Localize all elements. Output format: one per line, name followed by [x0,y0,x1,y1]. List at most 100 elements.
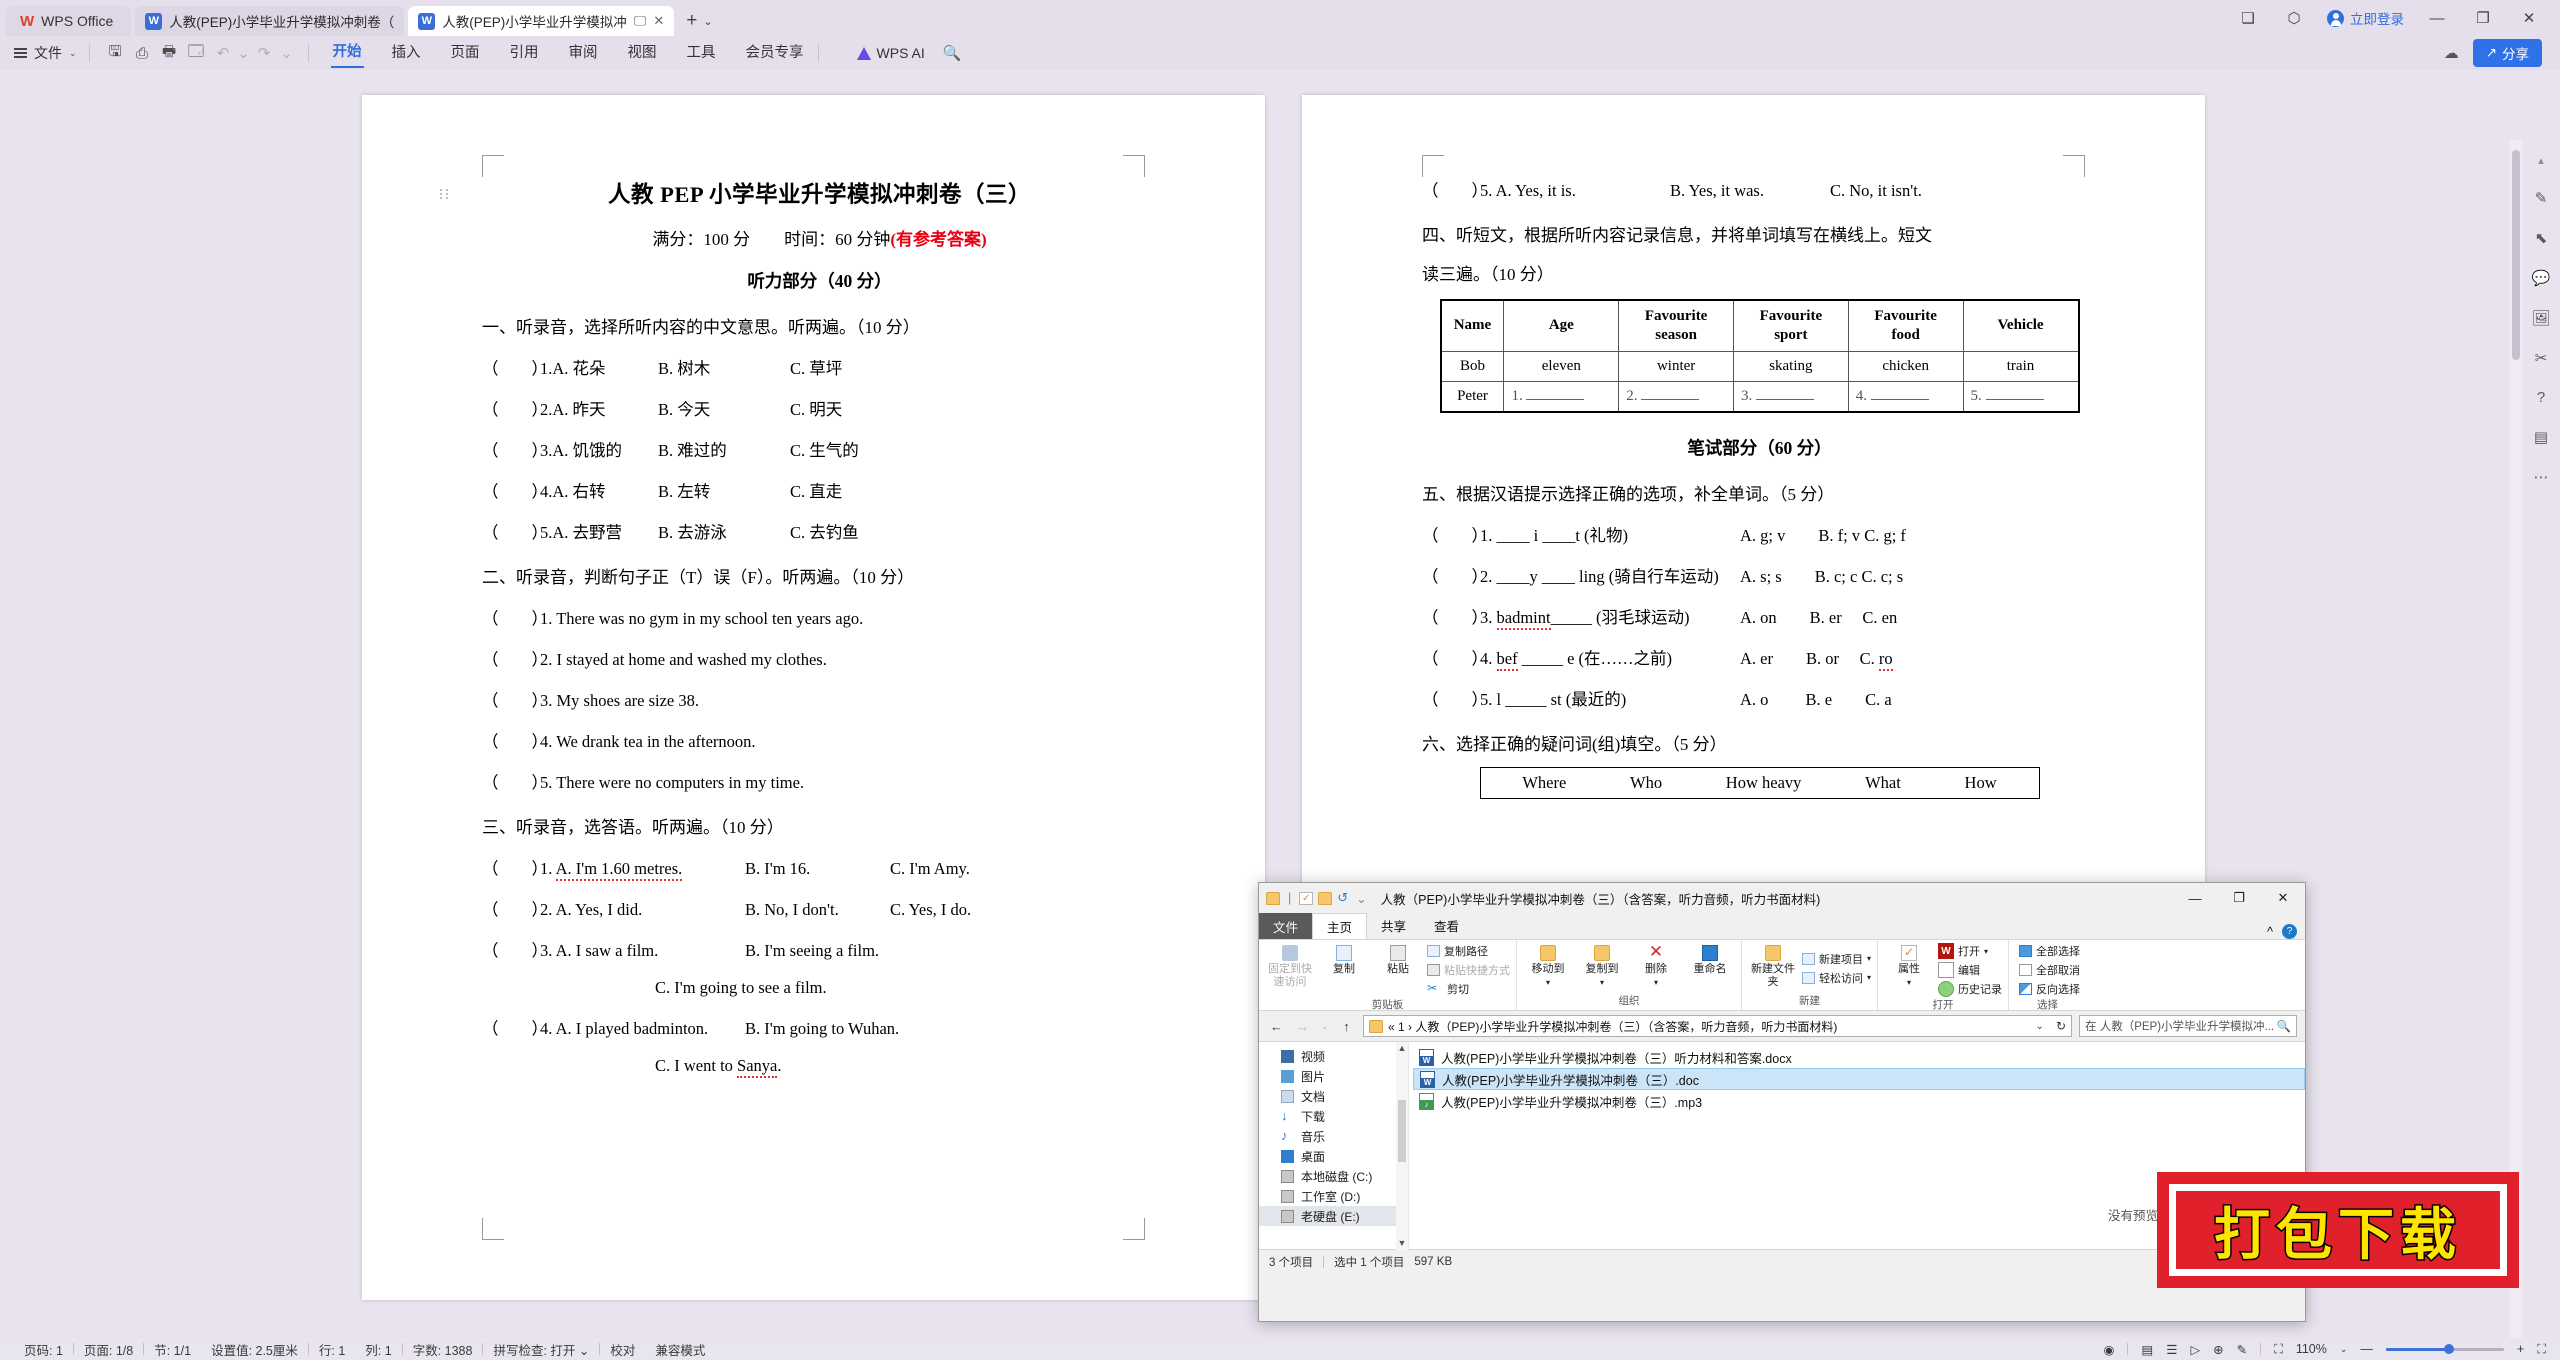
zoom-slider[interactable] [2385,1344,2504,1354]
tab-start[interactable]: 开始 [330,38,364,68]
address-input[interactable]: « 1 › 人教（PEP)小学毕业升学模拟冲刺卷（三）（含答案，听力音频，听力书… [1363,1015,2072,1037]
wps-ai-button[interactable]: WPS AI [856,45,925,61]
close-button[interactable]: ✕ [2516,9,2542,27]
answer-blank[interactable]: （ ） [482,1015,548,1039]
answer-blank[interactable]: （ ） [482,519,548,543]
answer-blank[interactable]: （ ） [1422,604,1488,628]
zoom-track[interactable] [2385,1344,2504,1354]
fit-page-icon[interactable]: ⛶ [2274,1342,2283,1357]
copy-path-button[interactable]: 复制路径 [1427,943,1510,959]
file-menu-button[interactable]: 文件 ⌄ [14,43,77,63]
document-page-left[interactable]: 人教 PEP 小学毕业升学模拟冲刺卷（三） 满分：100 分 时间：60 分钟(… [362,95,1265,1300]
explorer-maximize-button[interactable]: ❐ [2217,883,2261,913]
image-icon[interactable]: 🖼 [2531,309,2550,327]
answer-blank[interactable]: （ ） [482,437,548,461]
tab-close-icon[interactable]: ✕ [653,13,664,29]
chevron-down-icon[interactable]: ▾ [1654,978,1658,987]
recent-locations-icon[interactable]: ⌄ [1319,1021,1330,1032]
pin-to-quick-access-button[interactable]: 固定到快速访问 [1265,943,1315,997]
cell-peter-sport[interactable]: 3. [1732,380,1849,412]
cut-button[interactable]: ✂ 剪切 [1427,981,1510,997]
open-button[interactable]: W 打开 ▾ [1938,943,2002,959]
back-icon[interactable]: ← [1267,1019,1286,1034]
easy-access-button[interactable]: 轻松访问 ▾ [1802,970,1871,986]
file-row-docx[interactable]: 人教(PEP)小学毕业升学模拟冲刺卷（三）听力材料和答案.docx [1413,1046,2305,1068]
share-button[interactable]: ↗ 分享 [2472,39,2542,67]
cube-icon[interactable]: ⬡ [2281,9,2307,27]
answer-blank[interactable]: （ ） [1422,686,1488,710]
print-icon[interactable]: 🖶 [156,41,183,66]
answer-blank[interactable]: （ ） [482,605,548,629]
undo-icon[interactable]: ↶ [210,44,237,62]
chevron-down-icon[interactable]: ▾ [1867,973,1871,982]
nav-item-documents[interactable]: 文档 [1259,1086,1408,1106]
table-icon[interactable]: ▤ [2534,428,2548,446]
document-tab-1[interactable]: W 人教(PEP)小学毕业升学模拟冲刺卷（ [135,6,405,36]
properties-quick-icon[interactable]: ✓ [1299,891,1314,905]
chevron-down-icon[interactable]: ⌄ [2340,1344,2348,1355]
cell-peter-age[interactable]: 1. [1503,380,1620,412]
cell-peter-season[interactable]: 2. [1618,380,1734,412]
invert-selection-button[interactable]: 反向选择 [2019,981,2080,997]
scroll-up-icon[interactable]: ▲ [1396,1042,1408,1055]
chevron-down-icon[interactable]: ▾ [1984,947,1988,956]
zoom-knob[interactable] [2443,1344,2454,1354]
answer-blank[interactable]: （ ） [482,396,548,420]
chevron-down-icon[interactable]: ▾ [1907,978,1911,987]
answer-blank[interactable]: （ ） [482,728,548,752]
status-spellcheck[interactable]: 拼写检查: 打开 ⌄ [483,1340,599,1359]
maximize-button[interactable]: ❐ [2470,9,2496,27]
copy-to-button[interactable]: 复制到 ▾ [1577,943,1627,993]
comment-icon[interactable]: 💬 [2532,269,2551,287]
history-button[interactable]: 历史记录 [1938,981,2002,997]
fullscreen-icon[interactable]: ⛶ [2537,1342,2546,1357]
answer-blank[interactable]: （ ） [482,855,548,879]
select-none-button[interactable]: 全部取消 [2019,962,2080,978]
undo-quick-icon[interactable]: ↺ [1337,890,1348,906]
tab-insert[interactable]: 插入 [390,39,423,67]
explorer-tab-view[interactable]: 查看 [1420,912,1473,939]
tab-present-icon[interactable]: 🖵 [634,13,647,29]
quick-access-more-icon[interactable]: ⌄ [278,44,296,62]
print-preview-icon[interactable]: 🗔 [183,41,210,66]
tab-tools[interactable]: 工具 [685,39,718,67]
zoom-level-label[interactable]: 110% [2296,1342,2327,1356]
explorer-tab-file[interactable]: 文件 [1259,913,1313,939]
forward-icon[interactable]: → [1293,1019,1312,1034]
answer-blank[interactable]: （ ） [482,896,548,920]
chevron-down-icon[interactable]: ⌄ [703,15,712,28]
login-button[interactable]: 立即登录 [2327,8,2404,28]
scrollbar-thumb[interactable] [2512,150,2520,360]
more-icon[interactable]: ⋯ [2534,468,2549,486]
chevron-down-icon[interactable]: ▾ [1546,978,1550,987]
search-input[interactable]: 在 人教（PEP)小学毕业升学模拟冲... 🔍 [2079,1015,2297,1037]
copy-button[interactable]: 复制 [1319,943,1369,997]
redo-icon[interactable]: ↷ [251,44,278,62]
shapes-icon[interactable]: ✂ [2535,349,2548,367]
refresh-icon[interactable]: ↻ [2056,1019,2066,1033]
nav-item-drive-c[interactable]: 本地磁盘 (C:) [1259,1166,1408,1186]
save-icon[interactable]: 🖫 [102,41,129,66]
navpane-scrollbar[interactable]: ▲ ▼ [1396,1042,1408,1250]
view-eye-icon[interactable]: ◉ [2104,1342,2115,1357]
file-row-mp3[interactable]: 人教(PEP)小学毕业升学模拟冲刺卷（三）.mp3 [1413,1090,2305,1112]
collapse-ribbon-icon[interactable]: ^ [2267,925,2273,939]
rename-button[interactable]: 重命名 [1685,943,1735,993]
page-view-icon[interactable]: ▤ [2141,1342,2153,1357]
file-row-doc[interactable]: 人教(PEP)小学毕业升学模拟冲刺卷（三）.doc [1413,1068,2305,1090]
new-tab-button[interactable]: + [686,10,697,32]
answer-blank[interactable]: （ ） [482,478,548,502]
help-icon[interactable]: ? [2282,924,2297,939]
nav-item-downloads[interactable]: ↓ 下载 [1259,1106,1408,1126]
explorer-minimize-button[interactable]: — [2173,883,2217,913]
answer-blank[interactable]: （ ） [1422,645,1488,669]
save-as-icon[interactable]: ⎙ [129,45,156,62]
zoom-out-button[interactable]: — [2360,1342,2373,1356]
navigation-pane[interactable]: 视频 图片 文档 ↓ 下载 ♪ 音乐 桌面 本地磁盘 (C:) 工作室 (D:)… [1259,1042,1409,1250]
ink-icon[interactable]: ✎ [2237,1342,2247,1357]
tab-page[interactable]: 页面 [449,39,482,67]
answer-blank[interactable]: （ ） [482,355,548,379]
scrollbar-thumb[interactable] [1398,1100,1406,1162]
nav-item-desktop[interactable]: 桌面 [1259,1146,1408,1166]
cell-peter-vehicle[interactable]: 5. [1962,380,2080,412]
